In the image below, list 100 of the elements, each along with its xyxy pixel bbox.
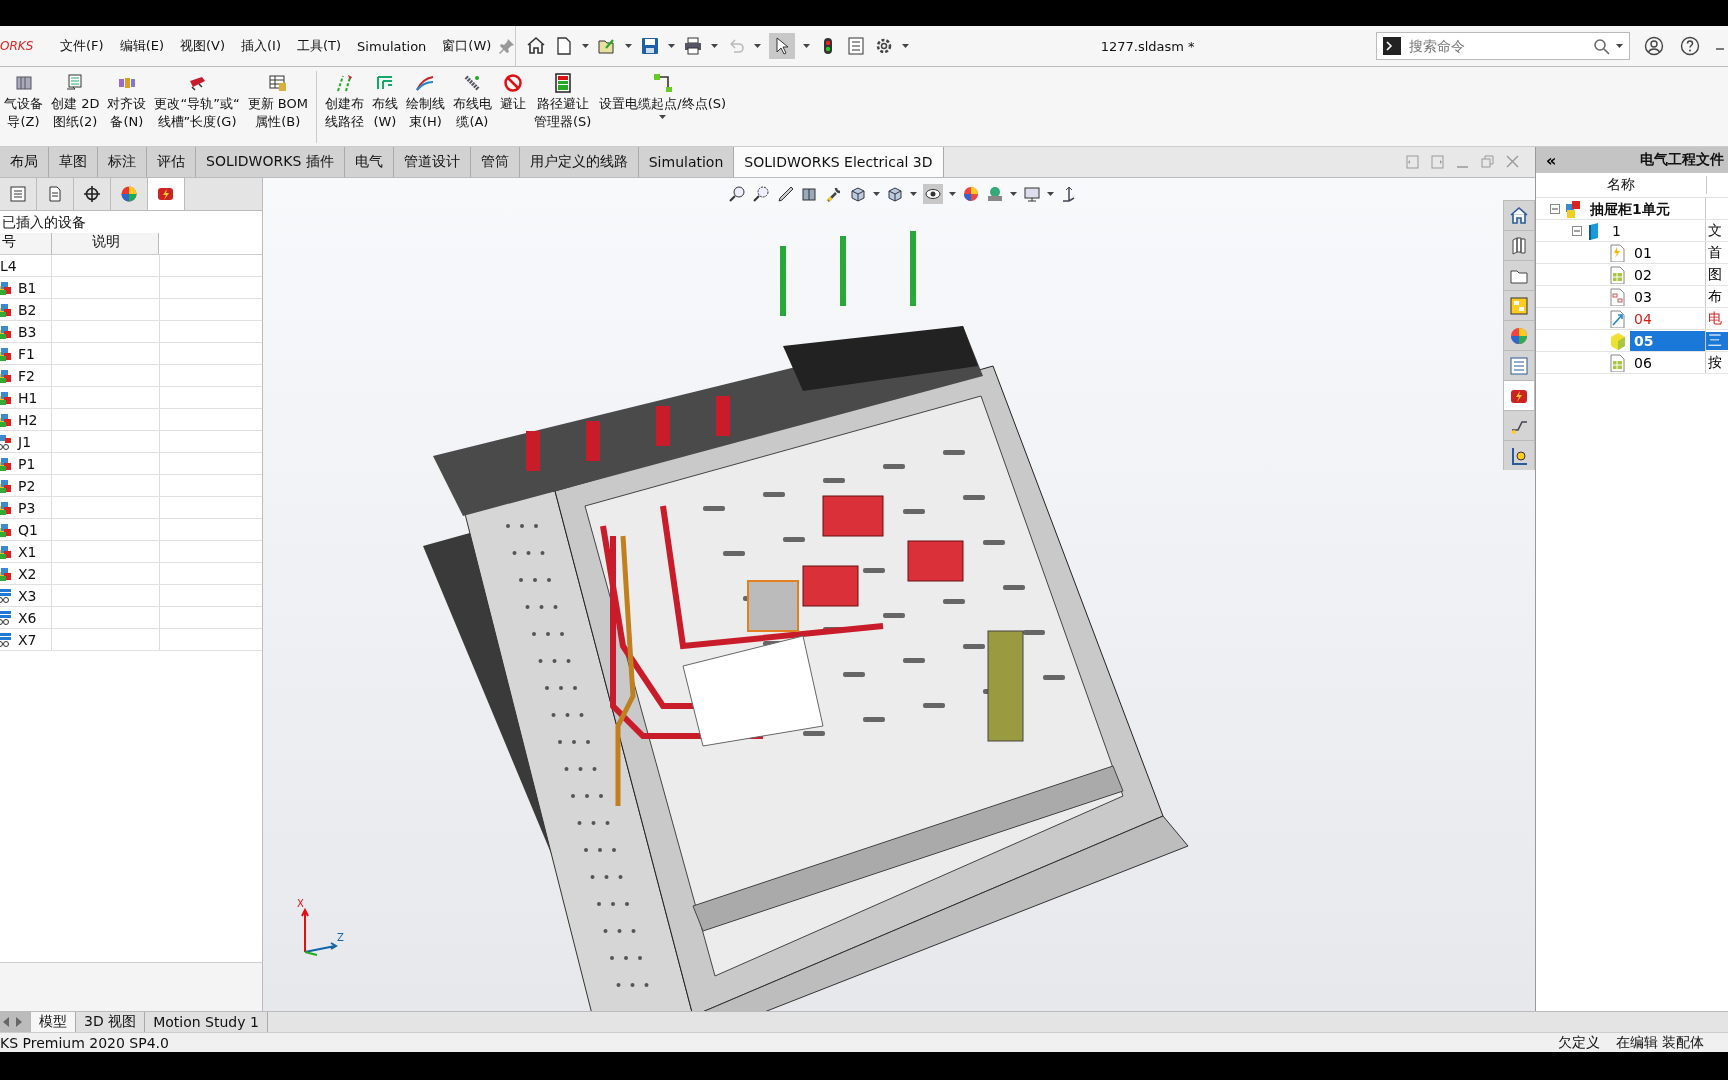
- print-icon[interactable]: [683, 36, 704, 56]
- command-button[interactable]: 更新 BOM 属性(B): [243, 71, 312, 133]
- task-pane-tab[interactable]: [1503, 380, 1535, 410]
- caret-icon[interactable]: [625, 44, 633, 48]
- menu-item[interactable]: 视图(V): [172, 33, 234, 59]
- task-pane-tab[interactable]: [1503, 260, 1535, 290]
- device-tag[interactable]: J1: [18, 433, 32, 450]
- tree-item[interactable]: 06: [1630, 352, 1656, 373]
- tree-item[interactable]: 04: [1630, 308, 1656, 329]
- ribbon-tab[interactable]: 草图: [49, 147, 98, 177]
- section-view-icon[interactable]: [800, 185, 819, 203]
- task-pane-tab[interactable]: [1503, 350, 1535, 380]
- command-button[interactable]: 对齐设 备(N): [103, 71, 151, 133]
- device-tag[interactable]: X7: [18, 631, 37, 648]
- menu-item[interactable]: 插入(I): [233, 33, 289, 59]
- zoom-to-fit-icon[interactable]: [728, 185, 747, 203]
- help-icon[interactable]: [1680, 36, 1700, 56]
- document-tab[interactable]: Motion Study 1: [145, 1012, 268, 1032]
- cube-icon[interactable]: [848, 185, 867, 203]
- tree-item[interactable]: 1: [1608, 220, 1625, 241]
- task-pane-tab[interactable]: [1503, 290, 1535, 320]
- command-button[interactable]: 设置电缆起点/终点(S): [595, 71, 731, 115]
- select-pointer-button[interactable]: [769, 33, 796, 59]
- pin-icon[interactable]: [499, 38, 516, 54]
- command-button[interactable]: 创建布 线路径: [320, 71, 368, 133]
- column-header[interactable]: 说明: [52, 233, 159, 254]
- caret-icon[interactable]: [1046, 192, 1054, 196]
- collapse-button[interactable]: «: [1546, 150, 1557, 170]
- document-tab[interactable]: 模型: [31, 1012, 76, 1032]
- command-button[interactable]: 路径避让 管理器(S): [529, 71, 596, 133]
- cube-icon[interactable]: [885, 185, 904, 203]
- command-button[interactable]: 更改“导轨”或“ 线槽”长度(G): [150, 71, 244, 133]
- caret-icon[interactable]: [668, 44, 676, 48]
- tree-item[interactable]: 05: [1630, 330, 1705, 351]
- device-tag[interactable]: P3: [18, 499, 36, 516]
- caret-icon[interactable]: [948, 192, 956, 196]
- caret-icon[interactable]: [1616, 44, 1623, 48]
- home-icon[interactable]: [526, 36, 547, 56]
- column-header[interactable]: 号: [0, 233, 52, 254]
- caret-icon[interactable]: [902, 44, 910, 48]
- caret-icon[interactable]: [872, 192, 880, 196]
- ribbon-tab[interactable]: Simulation: [638, 147, 735, 177]
- task-pane-tab[interactable]: [1503, 320, 1535, 350]
- caret-icon[interactable]: [1009, 192, 1017, 196]
- ribbon-tab[interactable]: 管道设计: [393, 147, 471, 177]
- device-tag[interactable]: P2: [18, 477, 36, 494]
- device-tag[interactable]: X3: [18, 587, 37, 604]
- device-tag[interactable]: H2: [18, 411, 38, 428]
- task-pane-tab[interactable]: [1503, 410, 1535, 440]
- device-tag[interactable]: X1: [18, 543, 37, 560]
- task-pane-tab[interactable]: [1503, 230, 1535, 260]
- ribbon-tab[interactable]: SOLIDWORKS 插件: [196, 147, 345, 177]
- command-button[interactable]: 气设备 导(Z): [0, 71, 47, 133]
- menu-item[interactable]: Simulation: [349, 34, 435, 58]
- device-tag[interactable]: F2: [18, 367, 35, 384]
- command-button[interactable]: 绘制线 束(H): [401, 71, 449, 133]
- tree-item[interactable]: 02: [1630, 264, 1656, 285]
- ribbon-tab[interactable]: SOLIDWORKS Electrical 3D: [734, 147, 944, 177]
- collapse-toggle-icon[interactable]: [1550, 203, 1560, 214]
- caret-icon[interactable]: [909, 192, 917, 196]
- caret-icon[interactable]: [803, 44, 811, 48]
- device-tag[interactable]: F1: [18, 345, 35, 362]
- search-icon[interactable]: [1593, 37, 1610, 55]
- device-tag[interactable]: B2: [18, 301, 37, 318]
- ribbon-tab[interactable]: 用户定义的线路: [519, 147, 639, 177]
- device-tag[interactable]: P1: [18, 455, 36, 472]
- tile-right-icon[interactable]: [1431, 155, 1444, 169]
- scene-icon[interactable]: [985, 185, 1004, 203]
- tree-item[interactable]: 01: [1630, 242, 1656, 263]
- collapse-toggle-icon[interactable]: [1572, 225, 1582, 236]
- column-header[interactable]: 名称: [1536, 176, 1707, 194]
- device-tag[interactable]: H1: [18, 389, 38, 406]
- tree-item[interactable]: 抽屉柜1单元: [1586, 198, 1674, 219]
- ribbon-tab[interactable]: 电气: [344, 147, 394, 177]
- device-tag[interactable]: X2: [18, 565, 37, 582]
- task-pane-tab[interactable]: [1503, 200, 1535, 230]
- device-tag[interactable]: L4: [0, 257, 17, 274]
- device-tag[interactable]: Q1: [18, 521, 38, 538]
- monitor-icon[interactable]: [1022, 185, 1041, 203]
- device-tag[interactable]: B3: [18, 323, 37, 340]
- save-icon[interactable]: [640, 36, 661, 56]
- command-button[interactable]: 布线 (W): [367, 71, 402, 133]
- caret-icon[interactable]: [711, 44, 719, 48]
- ribbon-tab[interactable]: 标注: [98, 147, 147, 177]
- sphere-icon[interactable]: [961, 185, 980, 203]
- ribbon-tab[interactable]: 管筒: [470, 147, 520, 177]
- search-box[interactable]: 搜索命令: [1376, 32, 1630, 60]
- list-icon[interactable]: [846, 36, 867, 56]
- command-button[interactable]: 创建 2D 图纸(2): [47, 71, 104, 133]
- caret-icon[interactable]: [659, 115, 667, 119]
- caret-icon[interactable]: [754, 44, 762, 48]
- document-tab[interactable]: 3D 视图: [76, 1012, 146, 1032]
- caret-icon[interactable]: [582, 44, 590, 48]
- task-pane-tab[interactable]: [1503, 440, 1535, 470]
- device-tag[interactable]: B1: [18, 279, 37, 296]
- menu-item[interactable]: 窗口(W): [434, 33, 500, 59]
- panel-tab[interactable]: [148, 178, 185, 210]
- zoom-area-icon[interactable]: [752, 185, 771, 203]
- tile-left-icon[interactable]: [1406, 155, 1419, 169]
- menu-item[interactable]: 编辑(E): [111, 33, 172, 59]
